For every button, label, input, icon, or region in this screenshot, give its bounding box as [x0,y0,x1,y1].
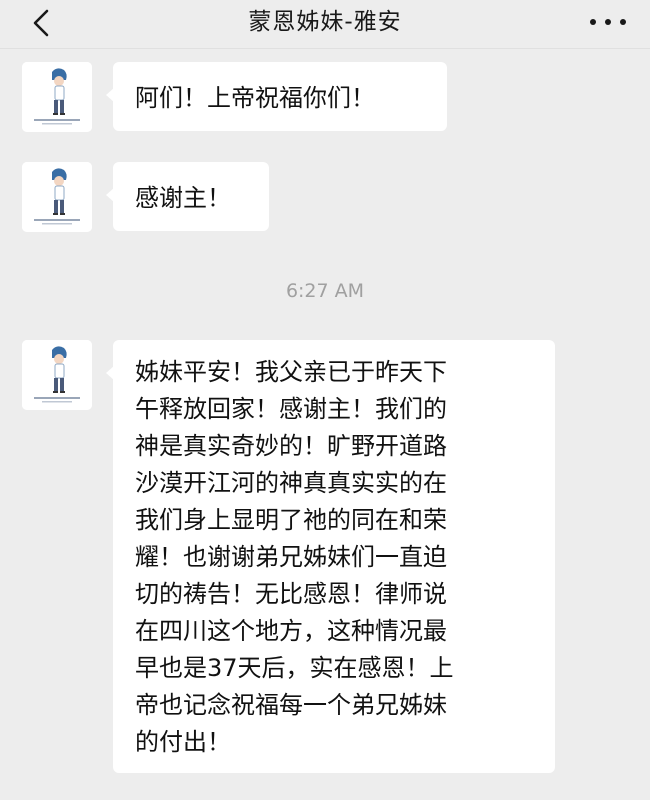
chat-header: 蒙恩姊妹-雅安 [0,0,650,49]
more-dots-icon [590,19,596,25]
avatar[interactable] [22,340,92,410]
message-text: 姊妹平安！我父亲已于昨天下 午释放回家！感谢主！我们的 神是真实奇妙的！旷野开道… [135,358,454,756]
message-bubble[interactable]: 姊妹平安！我父亲已于昨天下 午释放回家！感谢主！我们的 神是真实奇妙的！旷野开道… [106,340,555,773]
message-bubble[interactable]: 感谢主！ [106,162,269,231]
avatar-image [22,62,92,132]
more-options-button[interactable] [590,10,626,34]
message-text: 阿们！上帝祝福你们！ [135,84,375,112]
avatar[interactable] [22,162,92,232]
message-text: 感谢主！ [135,184,231,212]
message-timestamp: 6:27 AM [285,280,365,302]
chat-title: 蒙恩姊妹-雅安 [248,9,402,35]
avatar-image [22,340,92,410]
avatar-image [22,162,92,232]
message-bubble[interactable]: 阿们！上帝祝福你们！ [106,62,447,131]
chat-window: 蒙恩姊妹-雅安 阿们！上帝祝福你们！ 感谢主！ 6:27 AM 姊妹平安！我父亲… [0,0,650,800]
avatar[interactable] [22,62,92,132]
